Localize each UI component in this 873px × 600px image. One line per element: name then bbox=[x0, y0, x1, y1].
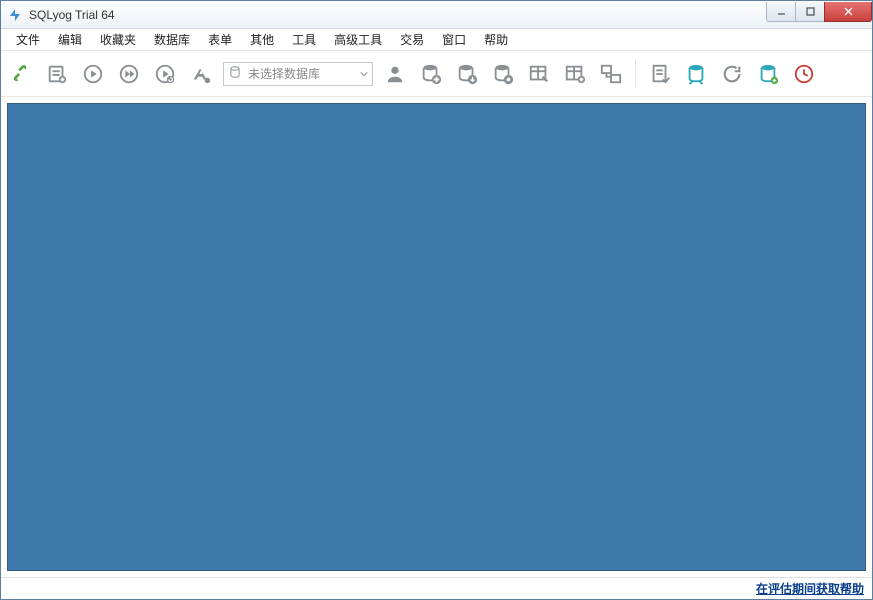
menu-window[interactable]: 窗口 bbox=[433, 28, 475, 51]
window-title: SQLyog Trial 64 bbox=[29, 8, 767, 22]
toolbar: 未选择数据库 bbox=[1, 51, 872, 97]
menu-help[interactable]: 帮助 bbox=[475, 28, 517, 51]
database-icon bbox=[228, 65, 242, 82]
db-down-icon[interactable] bbox=[453, 60, 481, 88]
menubar: 文件 编辑 收藏夹 数据库 表单 其他 工具 高级工具 交易 窗口 帮助 bbox=[1, 29, 872, 51]
table-link-icon[interactable] bbox=[597, 60, 625, 88]
db-import-icon[interactable] bbox=[754, 60, 782, 88]
new-query-icon[interactable] bbox=[43, 60, 71, 88]
db-sync-icon[interactable] bbox=[682, 60, 710, 88]
menu-table[interactable]: 表单 bbox=[199, 28, 241, 51]
menu-edit[interactable]: 编辑 bbox=[49, 28, 91, 51]
table-edit-icon[interactable] bbox=[525, 60, 553, 88]
menu-tools[interactable]: 工具 bbox=[283, 28, 325, 51]
chevron-down-icon bbox=[360, 67, 368, 81]
menu-other[interactable]: 其他 bbox=[241, 28, 283, 51]
workspace-area bbox=[7, 103, 866, 571]
menu-file[interactable]: 文件 bbox=[7, 28, 49, 51]
document-check-icon[interactable] bbox=[646, 60, 674, 88]
table-add-icon[interactable] bbox=[561, 60, 589, 88]
format-icon[interactable] bbox=[187, 60, 215, 88]
statusbar: 在评估期间获取帮助 bbox=[1, 577, 872, 599]
schedule-icon[interactable] bbox=[790, 60, 818, 88]
menu-database[interactable]: 数据库 bbox=[145, 28, 199, 51]
app-icon bbox=[7, 7, 23, 23]
connect-icon[interactable] bbox=[7, 60, 35, 88]
execute-all-icon[interactable] bbox=[115, 60, 143, 88]
execute-refresh-icon[interactable] bbox=[151, 60, 179, 88]
window-controls bbox=[767, 2, 872, 22]
eval-help-link[interactable]: 在评估期间获取帮助 bbox=[756, 580, 864, 597]
close-button[interactable] bbox=[824, 2, 872, 22]
execute-icon[interactable] bbox=[79, 60, 107, 88]
menu-advtools[interactable]: 高级工具 bbox=[325, 28, 391, 51]
menu-favorites[interactable]: 收藏夹 bbox=[91, 28, 145, 51]
db-add-icon[interactable] bbox=[417, 60, 445, 88]
database-selector[interactable]: 未选择数据库 bbox=[223, 62, 373, 86]
refresh-icon[interactable] bbox=[718, 60, 746, 88]
menu-transaction[interactable]: 交易 bbox=[391, 28, 433, 51]
user-icon[interactable] bbox=[381, 60, 409, 88]
maximize-button[interactable] bbox=[795, 2, 825, 22]
db-settings-icon[interactable] bbox=[489, 60, 517, 88]
minimize-button[interactable] bbox=[766, 2, 796, 22]
toolbar-separator bbox=[635, 60, 636, 88]
database-selector-text: 未选择数据库 bbox=[248, 65, 320, 82]
titlebar: SQLyog Trial 64 bbox=[1, 1, 872, 29]
